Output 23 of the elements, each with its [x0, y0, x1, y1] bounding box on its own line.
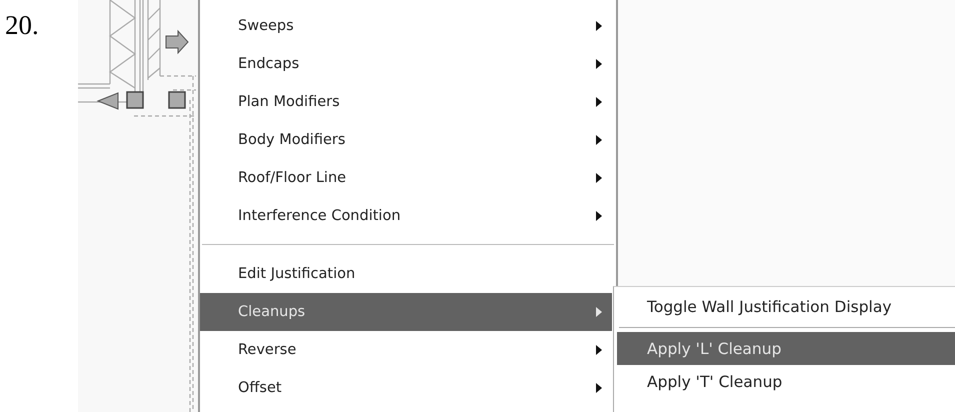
menu-item[interactable]: Apply 'T' Cleanup — [617, 365, 955, 398]
step-number: 20. — [4, 9, 40, 41]
menu-item[interactable]: Sweeps — [200, 7, 612, 45]
menu-item[interactable]: Endcaps — [200, 45, 612, 83]
submenu-arrow-icon — [596, 97, 602, 107]
submenu-arrow-icon — [596, 307, 602, 317]
menu-item[interactable]: Roof/Floor Line — [200, 159, 612, 197]
submenu-arrow-icon — [596, 211, 602, 221]
menu-item[interactable]: Cleanups — [200, 293, 612, 331]
menu-item[interactable]: Toggle Wall Justification Display — [617, 290, 955, 323]
submenu-arrow-icon — [596, 21, 602, 31]
menu-item[interactable]: Interference Condition — [200, 197, 612, 235]
menu-item[interactable]: Offset — [200, 369, 612, 407]
submenu-arrow-icon — [596, 383, 602, 393]
submenu-arrow-icon — [596, 135, 602, 145]
submenu-arrow-icon — [596, 59, 602, 69]
menu-item[interactable]: Plan Modifiers — [200, 83, 612, 121]
menu-item[interactable]: Body Modifiers — [200, 121, 612, 159]
submenu-arrow-icon — [596, 173, 602, 183]
submenu-arrow-icon — [596, 345, 602, 355]
menu-item[interactable]: Reverse — [200, 331, 612, 369]
menu-item[interactable]: Edit Justification — [200, 255, 612, 293]
menu-item[interactable]: Apply 'L' Cleanup — [617, 332, 955, 365]
